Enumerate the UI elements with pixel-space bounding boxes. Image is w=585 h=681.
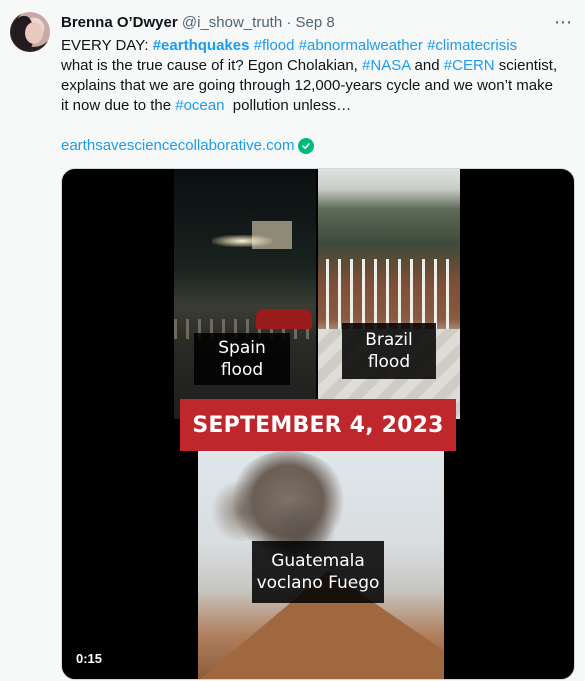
hashtag-flood[interactable]: #flood (254, 37, 295, 54)
tweet[interactable]: Brenna O’Dwyer @i_show_truth · Sep 8 ⋯ E… (0, 0, 585, 681)
hashtag-nasa[interactable]: #NASA (362, 57, 410, 74)
tweet-text: EVERY DAY: #earthquakes #flood #abnormal… (61, 36, 571, 116)
avatar[interactable] (10, 12, 50, 52)
tweet-line-2: what is the true cause of it? Egon Chola… (61, 56, 571, 76)
tweet-line-4: it now due to the #ocean pollution unles… (61, 96, 571, 116)
brazil-label-line-2: flood (367, 352, 411, 372)
video-duration: 0:15 (70, 649, 109, 669)
hashtag-cern[interactable]: #CERN (444, 57, 495, 74)
author-name[interactable]: Brenna O’Dwyer (61, 14, 178, 31)
date-banner: SEPTEMBER 4, 2023 (180, 399, 456, 451)
brazil-flood-image (318, 169, 460, 419)
hashtag-climatecrisis[interactable]: #climatecrisis (427, 37, 517, 54)
hashtag-earthquakes[interactable]: #earthquakes (153, 37, 250, 54)
tweet-line-1: EVERY DAY: #earthquakes #flood #abnormal… (61, 36, 571, 56)
text-segment: scientist, (494, 57, 558, 74)
text-segment: it now due to the (61, 97, 176, 114)
spain-label-line-1: Spain (218, 338, 266, 358)
website-link[interactable]: earthsavesciencecollaborative.com (61, 136, 294, 156)
video-player[interactable]: Spain flood Brazil flood SEPTEMBER 4, 20… (61, 168, 575, 680)
tweet-date[interactable]: Sep 8 (296, 14, 335, 31)
tweet-header: Brenna O’Dwyer @i_show_truth · Sep 8 (61, 14, 335, 32)
brazil-flood-label: Brazil flood (342, 323, 436, 379)
hashtag-abnormalweather[interactable]: #abnormalweather (299, 37, 423, 54)
text-segment: pollution unless… (224, 97, 352, 114)
brazil-label-line-1: Brazil (365, 330, 413, 350)
guatemala-volcano-label: Guatemala voclano Fuego (252, 541, 384, 603)
tweet-line-3: explains that we are going through 12,00… (61, 77, 553, 94)
author-handle[interactable]: @i_show_truth (182, 14, 282, 31)
separator: · (286, 14, 292, 31)
website-link-row[interactable]: earthsavesciencecollaborative.com (61, 136, 315, 156)
spain-flood-label: Spain flood (194, 333, 290, 385)
guatemala-label-line-2: voclano Fuego (256, 573, 380, 593)
guatemala-label-line-1: Guatemala (271, 551, 365, 571)
hashtag-ocean[interactable]: #ocean (175, 97, 224, 114)
spain-label-line-2: flood (220, 360, 264, 380)
text-prefix: EVERY DAY: (61, 37, 153, 54)
text-segment: what is the true cause of it? Egon Chola… (61, 57, 363, 74)
more-horizontal-icon[interactable]: ⋯ (554, 12, 573, 33)
text-segment: and (410, 57, 444, 74)
verified-check-icon (298, 138, 315, 154)
